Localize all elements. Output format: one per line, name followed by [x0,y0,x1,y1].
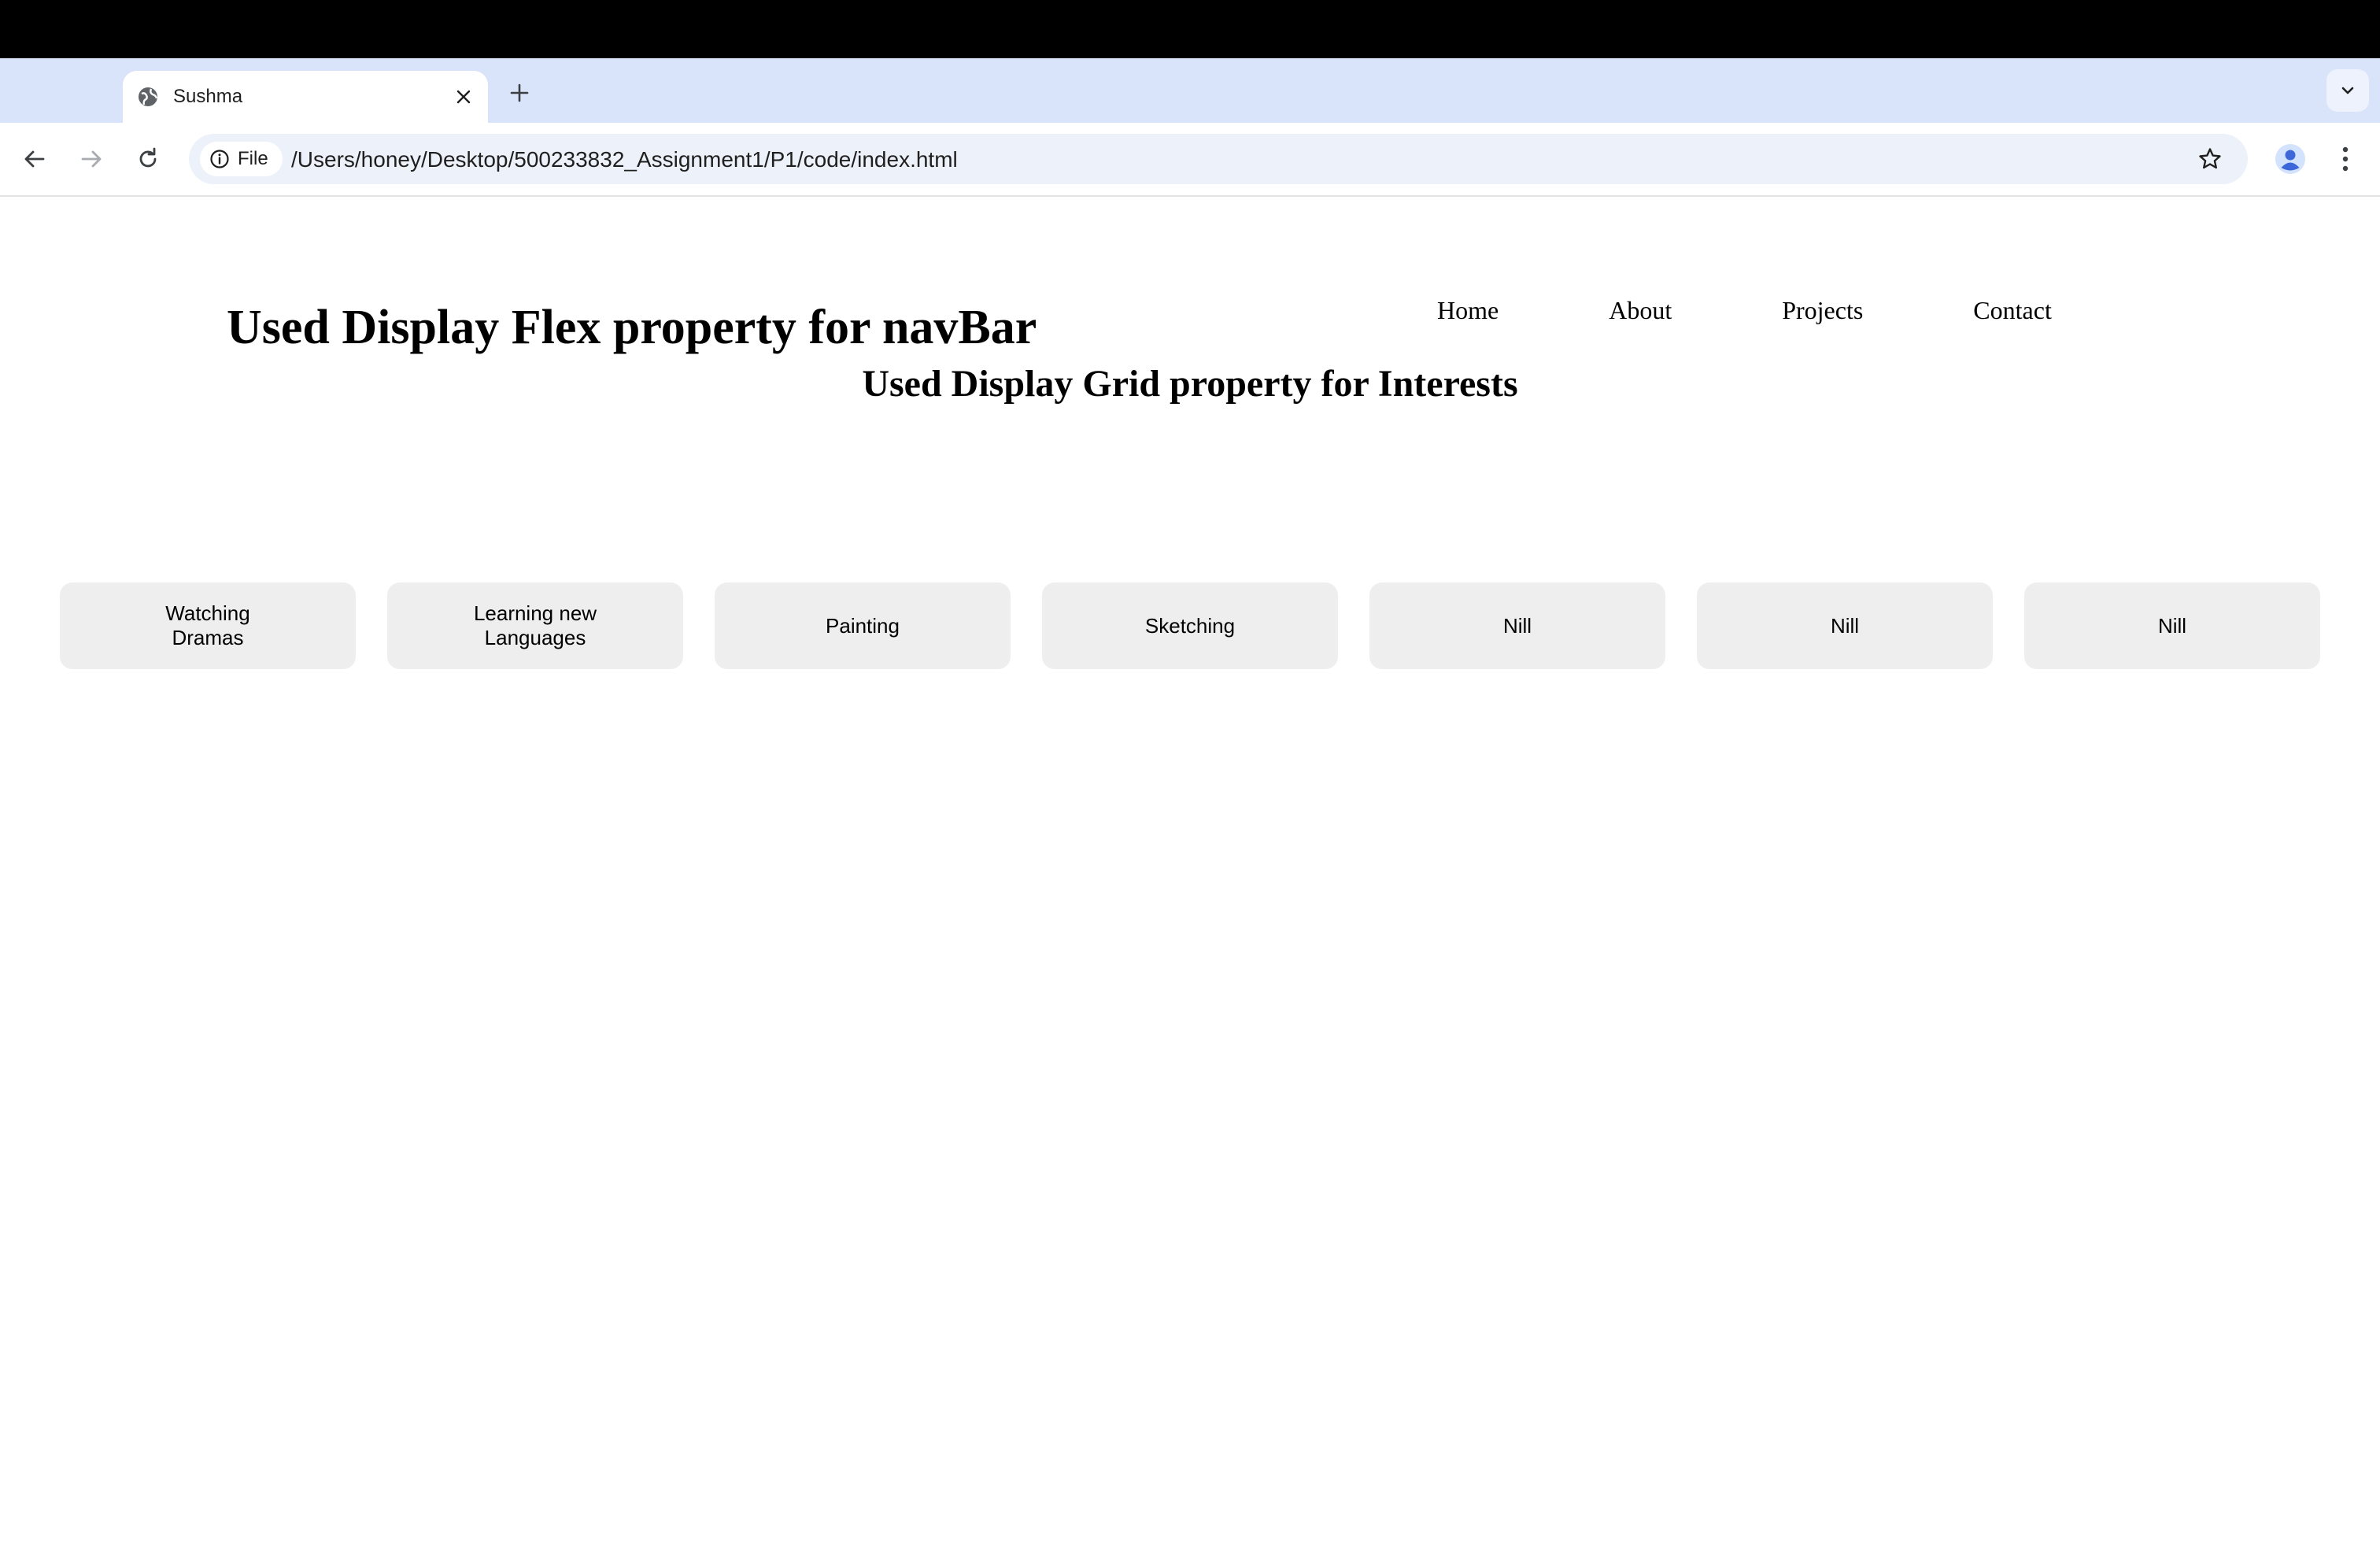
navbar: Home About Projects Contact [1437,288,2052,332]
info-icon [210,150,229,168]
interest-card: Nill [1697,583,1993,669]
back-button[interactable] [17,142,52,176]
new-tab-button[interactable] [504,77,535,109]
interest-card: Sketching [1042,583,1338,669]
forward-button[interactable] [74,142,109,176]
close-icon[interactable] [450,83,477,110]
interest-card: Nill [1369,583,1665,669]
browser-toolbar: File /Users/honey/Desktop/500233832_Assi… [0,123,2380,197]
person-icon [2275,144,2305,174]
star-icon[interactable] [2194,143,2226,175]
nav-link-home[interactable]: Home [1437,296,1499,325]
interests-grid: Watching Dramas Learning new Languages P… [60,583,2320,669]
tab-title: Sushma [173,86,243,107]
browser-tab[interactable]: Sushma [123,71,488,123]
site-info-chip[interactable]: File [200,142,283,176]
nav-link-projects[interactable]: Projects [1782,296,1863,325]
reload-button[interactable] [131,142,165,176]
interest-card: Learning new Languages [387,583,683,669]
reload-icon [139,147,157,168]
nav-link-about[interactable]: About [1609,296,1672,325]
more-vertical-icon [2342,146,2349,172]
interests-heading: Used Display Grid property for Interests [862,363,1518,405]
arrow-left-icon [24,150,45,168]
interest-card: Painting [715,583,1011,669]
url-text[interactable]: /Users/honey/Desktop/500233832_Assignmen… [291,147,958,172]
globe-icon [137,86,159,108]
page-content: Used Display Flex property for navBar Ho… [0,197,2380,1546]
nav-link-contact[interactable]: Contact [1973,296,2052,325]
interest-card: Watching Dramas [60,583,356,669]
interest-card: Nill [2024,583,2320,669]
plus-icon [510,83,529,102]
tab-strip: Sushma [0,58,2380,123]
screen: Sushma File /Users/honey/Desktop/5002338… [0,0,2380,1546]
page-title: Used Display Flex property for navBar [227,301,1037,354]
tab-search-button[interactable] [2326,69,2369,112]
site-chip-label: File [238,148,268,169]
chevron-down-icon [2341,87,2354,94]
system-bar [0,0,2380,58]
browser-menu-button[interactable] [2328,140,2363,178]
arrow-right-icon [81,150,102,168]
address-bar[interactable]: File /Users/honey/Desktop/500233832_Assi… [189,134,2248,184]
profile-button[interactable] [2271,140,2309,178]
